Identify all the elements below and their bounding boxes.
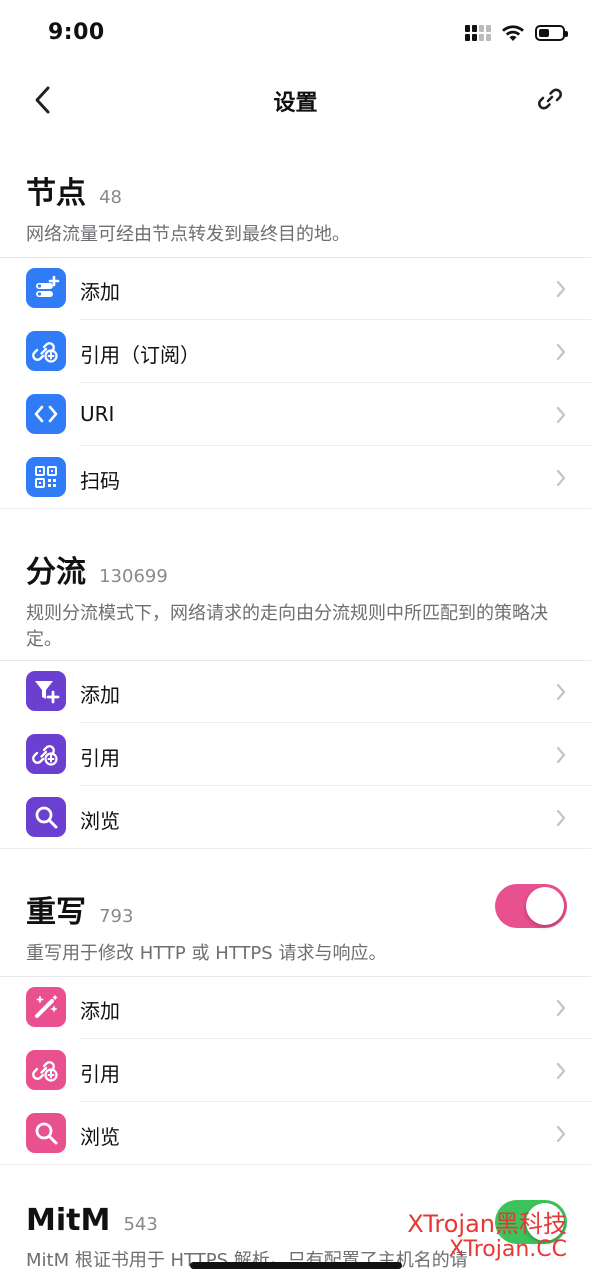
link-plus-icon bbox=[26, 331, 66, 371]
list-item-label: 扫码 bbox=[80, 469, 120, 493]
battery-level bbox=[539, 29, 549, 37]
battery-icon bbox=[535, 25, 568, 41]
section-count: 543 bbox=[123, 1214, 158, 1235]
list-item-label: 添加 bbox=[80, 683, 120, 707]
list-item-rewrite-add[interactable]: 添加 bbox=[0, 976, 591, 1039]
rewrite-list: 添加 引用 浏览 bbox=[0, 976, 591, 1165]
chevron-right-icon bbox=[556, 1125, 566, 1143]
chevron-right-icon bbox=[556, 469, 566, 487]
link-plus-icon bbox=[26, 1050, 66, 1090]
link-icon bbox=[538, 88, 562, 110]
add-node-icon bbox=[26, 268, 66, 308]
section-count: 48 bbox=[99, 187, 122, 208]
home-indicator[interactable] bbox=[190, 1262, 402, 1269]
chevron-right-icon bbox=[556, 406, 566, 424]
section-count: 793 bbox=[99, 906, 134, 927]
list-item-node-scan[interactable]: 扫码 bbox=[0, 446, 591, 509]
list-item-label: 浏览 bbox=[80, 1125, 120, 1149]
status-time: 9:00 bbox=[48, 20, 105, 45]
list-item-label: URI bbox=[80, 402, 115, 426]
status-bar: 9:00 bbox=[0, 0, 591, 70]
search-icon bbox=[26, 1113, 66, 1153]
status-icons bbox=[465, 24, 568, 42]
watermark: XTrojan黑科技 XTrojan.CC bbox=[407, 1210, 567, 1264]
chevron-right-icon bbox=[556, 746, 566, 764]
page-title: 设置 bbox=[273, 91, 318, 116]
list-item-label: 添加 bbox=[80, 280, 120, 304]
section-title: 分流 bbox=[26, 555, 86, 590]
nodes-section-header: 节点 48 网络流量可经由节点转发到最终目的地。 bbox=[26, 168, 567, 248]
qr-code-icon bbox=[26, 457, 66, 497]
watermark-line-2: XTrojan.CC bbox=[448, 1237, 567, 1262]
section-title: MitM bbox=[26, 1203, 111, 1238]
section-description: 规则分流模式下，网络请求的走向由分流规则中所匹配到的策略决定。 bbox=[26, 603, 548, 650]
share-link-button[interactable] bbox=[535, 84, 565, 114]
list-item-node-add[interactable]: 添加 bbox=[0, 257, 591, 320]
list-item-rewrite-browse[interactable]: 浏览 bbox=[0, 1102, 591, 1165]
list-item-rule-ref[interactable]: 引用 bbox=[0, 723, 591, 786]
list-item-label: 引用（订阅） bbox=[80, 343, 200, 367]
list-item-rule-add[interactable]: 添加 bbox=[0, 660, 591, 723]
section-title: 重写 bbox=[26, 895, 86, 930]
rules-section-header: 分流 130699 规则分流模式下，网络请求的走向由分流规则中所匹配到的策略决定… bbox=[26, 547, 567, 653]
section-description: 重写用于修改 HTTP 或 HTTPS 请求与响应。 bbox=[26, 943, 387, 964]
rewrite-toggle[interactable] bbox=[495, 884, 567, 928]
chevron-right-icon bbox=[556, 809, 566, 827]
nodes-list: 添加 引用（订阅） URI 扫码 bbox=[0, 257, 591, 509]
rules-list: 添加 引用 浏览 bbox=[0, 660, 591, 849]
list-item-label: 引用 bbox=[80, 746, 120, 770]
cellular-signal-icon bbox=[465, 25, 491, 41]
toggle-knob bbox=[526, 887, 564, 925]
section-description: 网络流量可经由节点转发到最终目的地。 bbox=[26, 224, 350, 245]
watermark-line-1: XTrojan黑科技 bbox=[407, 1210, 567, 1238]
chevron-right-icon bbox=[556, 999, 566, 1017]
chevron-right-icon bbox=[556, 343, 566, 361]
list-item-rule-browse[interactable]: 浏览 bbox=[0, 786, 591, 849]
list-item-label: 浏览 bbox=[80, 809, 120, 833]
code-icon bbox=[26, 394, 66, 434]
list-item-rewrite-ref[interactable]: 引用 bbox=[0, 1039, 591, 1102]
list-item-node-subscribe[interactable]: 引用（订阅） bbox=[0, 320, 591, 383]
search-icon bbox=[26, 797, 66, 837]
filter-plus-icon bbox=[26, 671, 66, 711]
chevron-right-icon bbox=[556, 1062, 566, 1080]
section-title: 节点 bbox=[26, 176, 86, 211]
magic-wand-icon bbox=[26, 987, 66, 1027]
chevron-right-icon bbox=[556, 280, 566, 298]
nav-bar: 设置 bbox=[0, 70, 591, 130]
link-plus-icon bbox=[26, 734, 66, 774]
list-item-label: 添加 bbox=[80, 999, 120, 1023]
chevron-right-icon bbox=[556, 683, 566, 701]
rewrite-section-header: 重写 793 重写用于修改 HTTP 或 HTTPS 请求与响应。 bbox=[26, 887, 567, 967]
list-item-label: 引用 bbox=[80, 1062, 120, 1086]
list-item-node-uri[interactable]: URI bbox=[0, 383, 591, 446]
section-count: 130699 bbox=[99, 566, 168, 587]
wifi-icon bbox=[502, 25, 524, 41]
